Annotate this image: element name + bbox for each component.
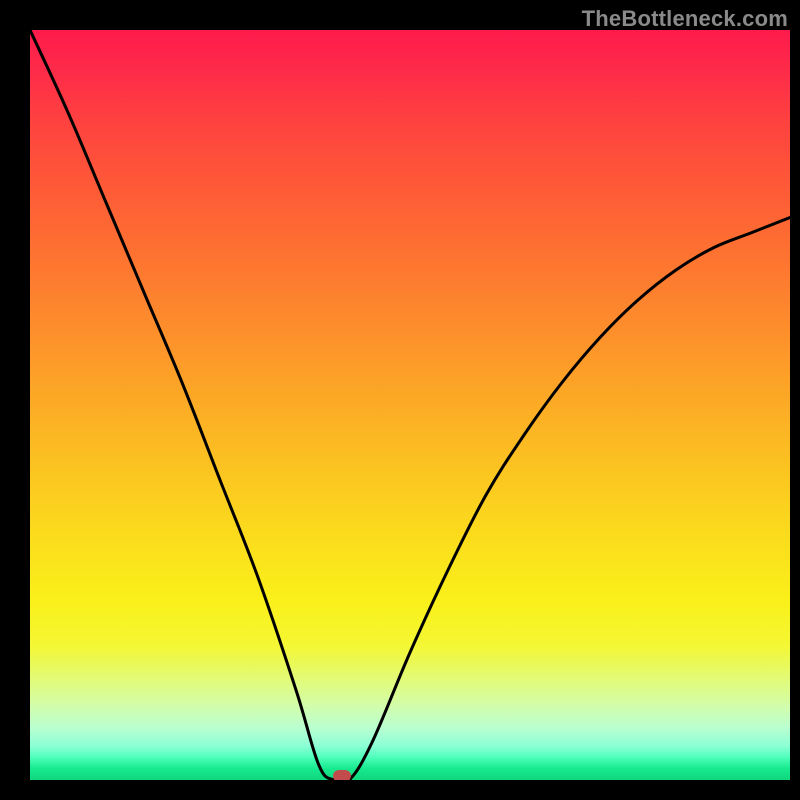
bottleneck-curve [30,30,790,780]
plot-area [30,30,790,780]
watermark-text: TheBottleneck.com [582,6,788,32]
curve-svg [30,30,790,780]
chart-container: TheBottleneck.com [0,0,800,800]
minimum-marker [333,770,351,780]
